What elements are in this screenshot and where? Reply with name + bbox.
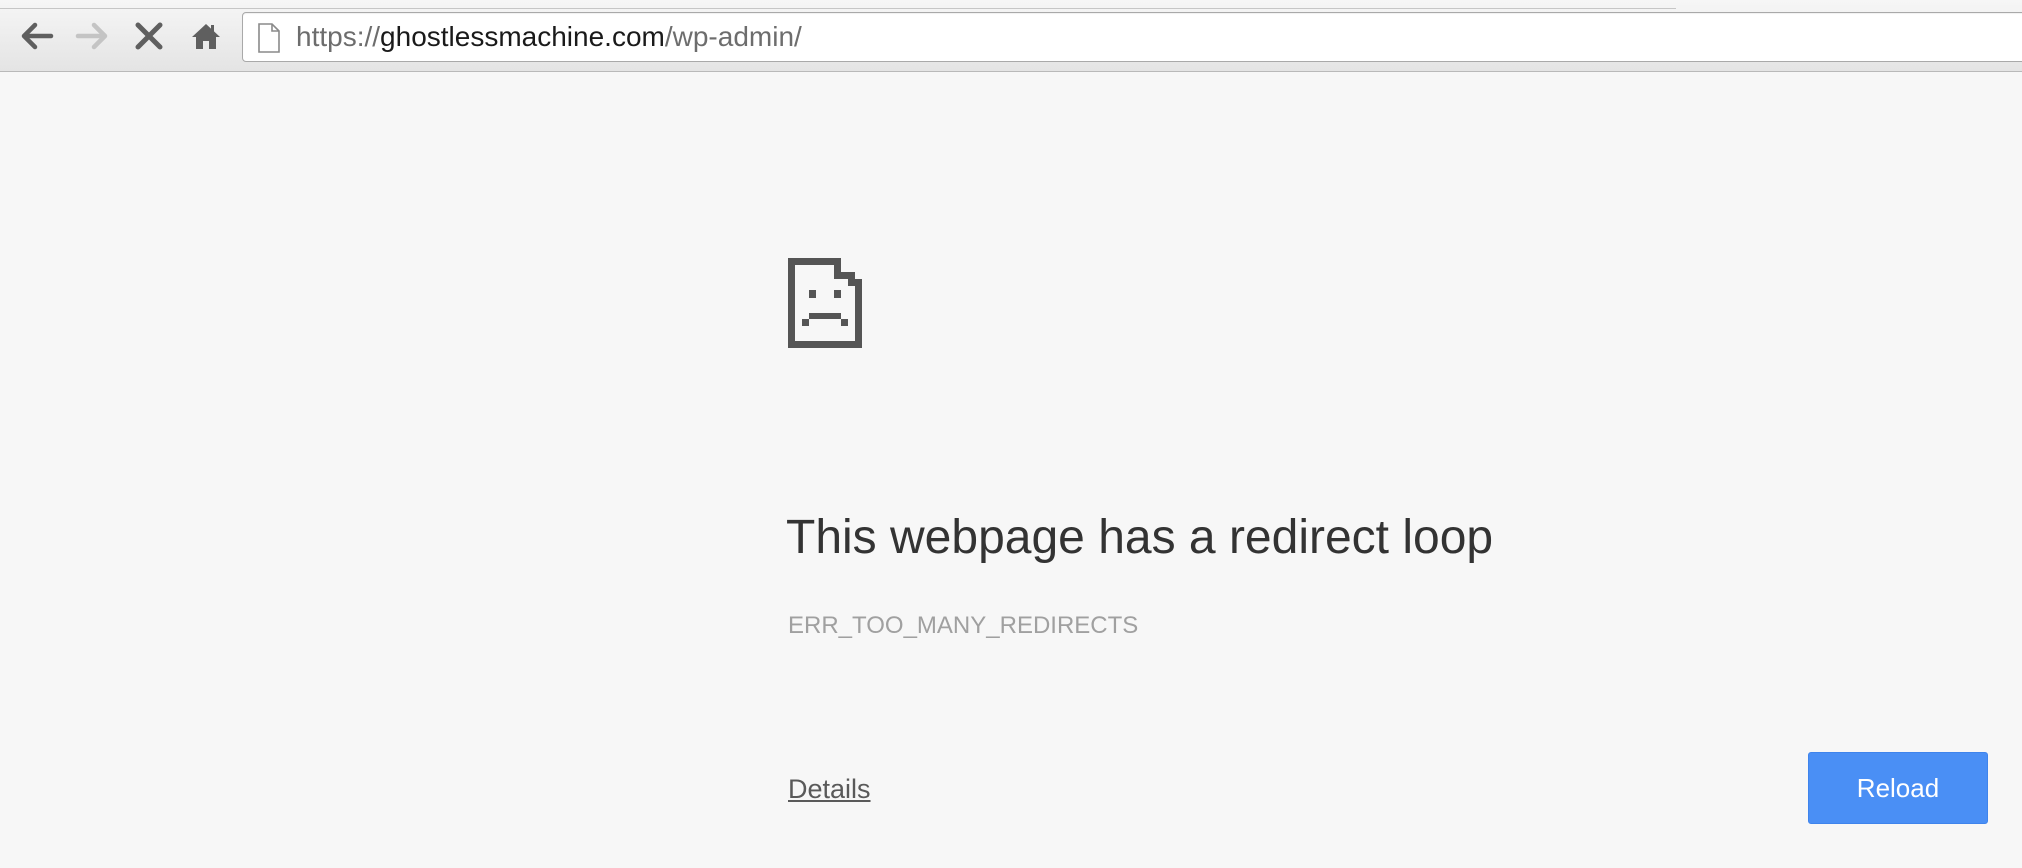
url-path: /wp-admin/ [664, 21, 802, 52]
error-page [0, 72, 2022, 868]
error-title: This webpage has a redirect loop [786, 511, 1494, 564]
reload-button[interactable]: Reload [1808, 752, 1988, 824]
error-code: ERR_TOO_MANY_REDIRECTS [788, 612, 1139, 639]
forward-button[interactable] [70, 14, 114, 58]
url-host: ghostlessmachine.com [380, 21, 665, 52]
back-arrow-icon [21, 22, 54, 50]
forward-arrow-icon [75, 22, 108, 50]
browser-toolbar: https://ghostlessmachine.com/wp-admin/ [0, 0, 2022, 72]
address-bar[interactable]: https://ghostlessmachine.com/wp-admin/ [242, 12, 2022, 62]
toolbar-top-divider [0, 0, 1676, 9]
home-icon [192, 24, 220, 49]
url-text[interactable]: https://ghostlessmachine.com/wp-admin/ [296, 13, 802, 61]
back-button[interactable] [15, 14, 59, 58]
url-scheme: https:// [296, 21, 381, 52]
stop-button[interactable] [127, 14, 171, 58]
stop-x-icon [135, 22, 163, 50]
home-button[interactable] [184, 14, 228, 58]
sad-document-icon [788, 258, 862, 348]
blank-page-icon [258, 23, 280, 53]
details-link[interactable]: Details [788, 774, 871, 805]
